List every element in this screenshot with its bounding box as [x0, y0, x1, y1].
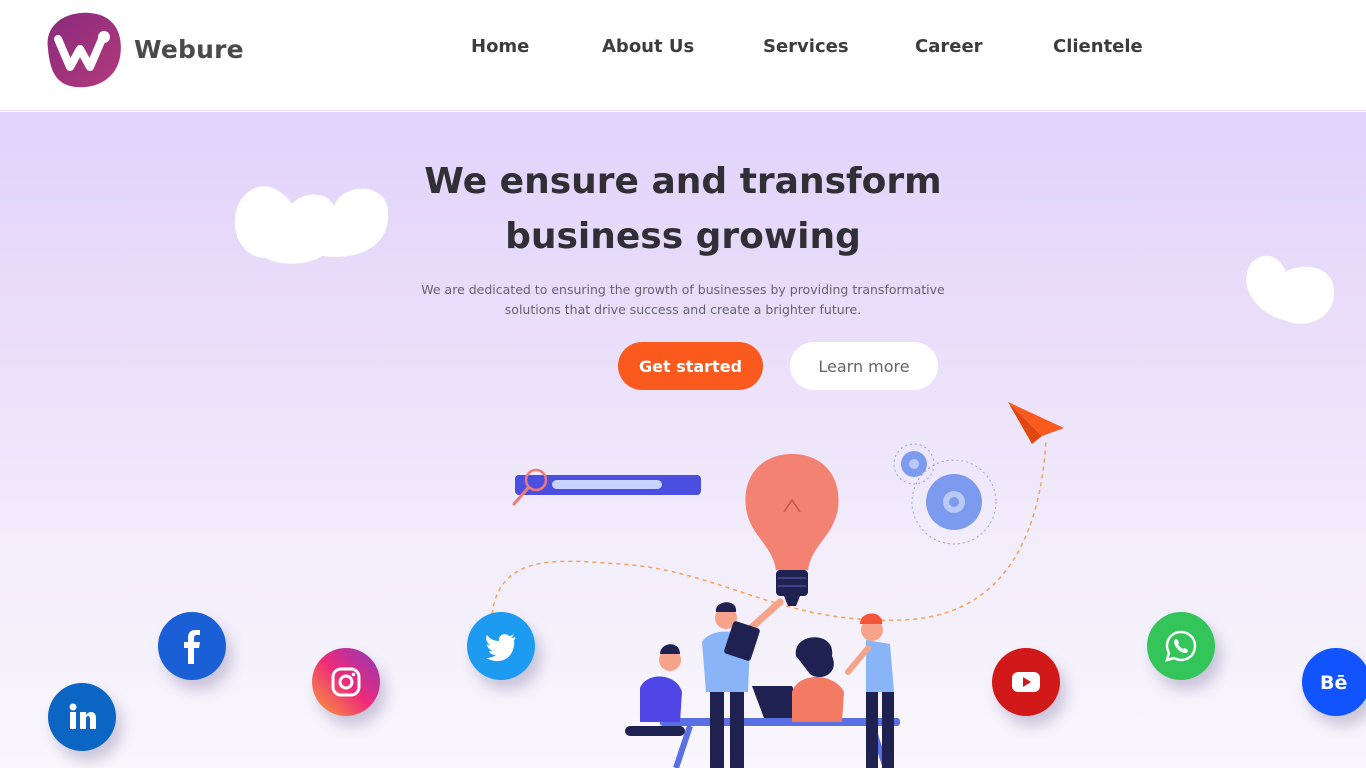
hero-subtext: We are dedicated to ensuring the growth …	[383, 280, 983, 319]
svg-text:Bē: Bē	[1320, 672, 1347, 694]
linkedin-icon[interactable]	[48, 683, 116, 751]
youtube-icon[interactable]	[992, 648, 1060, 716]
nav-home[interactable]: Home	[471, 36, 529, 57]
cloud-left-icon	[234, 186, 389, 264]
subtext-line-2: solutions that drive success and create …	[504, 301, 862, 317]
nav-services[interactable]: Services	[763, 36, 849, 57]
teamwork-illustration	[491, 402, 1064, 768]
nav-about-us[interactable]: About Us	[602, 36, 694, 57]
youtube-play-icon	[1012, 672, 1040, 692]
twitter-icon[interactable]	[467, 612, 535, 680]
hero-section: We ensure and transform business growing…	[0, 112, 1366, 768]
headline-line-2: business growing	[505, 216, 861, 257]
headline-line-1: We ensure and transform	[424, 161, 942, 202]
facebook-glyph-icon	[184, 630, 200, 664]
nav-career[interactable]: Career	[915, 36, 983, 57]
cloud-right-icon	[1246, 255, 1335, 324]
whatsapp-phone-icon	[1165, 630, 1197, 662]
behance-icon[interactable]: Bē	[1302, 648, 1366, 716]
linkedin-glyph-icon	[69, 703, 96, 729]
twitter-bird-icon	[486, 634, 516, 662]
facebook-icon[interactable]	[158, 612, 226, 680]
nav-clientele[interactable]: Clientele	[1053, 36, 1143, 57]
site-header: Webure Home About Us Services Career Cli…	[0, 0, 1366, 111]
instagram-icon[interactable]	[312, 648, 380, 716]
subtext-line-1: We are dedicated to ensuring the growth …	[421, 282, 945, 297]
whatsapp-icon[interactable]	[1147, 612, 1215, 680]
get-started-button[interactable]: Get started	[618, 342, 763, 390]
learn-more-button[interactable]: Learn more	[790, 342, 938, 390]
main-nav: Home About Us Services Career Clientele	[0, 36, 1366, 66]
instagram-glyph-icon	[331, 667, 361, 697]
hero-headline: We ensure and transform business growing	[383, 154, 983, 264]
behance-glyph-icon: Bē	[1320, 672, 1347, 694]
